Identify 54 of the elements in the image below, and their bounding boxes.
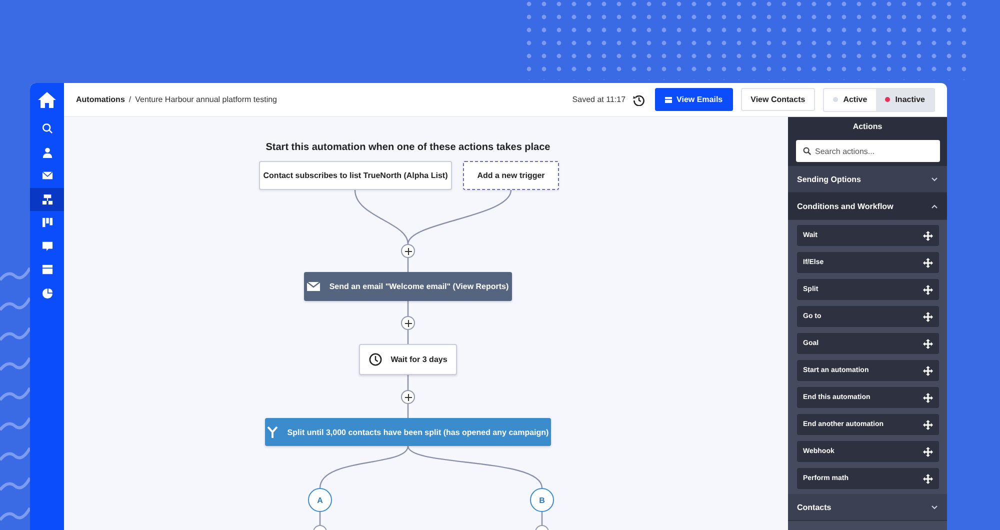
history-icon[interactable]: [632, 94, 645, 106]
move-icon[interactable]: [923, 474, 933, 484]
branch-node[interactable]: A: [308, 488, 332, 512]
connector-line: [407, 375, 409, 390]
move-icon[interactable]: [923, 420, 933, 430]
sitemap-icon: [42, 194, 52, 205]
split-icon: [267, 426, 278, 438]
home-icon[interactable]: [38, 92, 56, 108]
section-header[interactable]: Conditions and Workflow: [788, 193, 947, 220]
add-trigger-button[interactable]: Add a new trigger: [463, 161, 559, 190]
add-step-button[interactable]: [401, 390, 415, 404]
sidebar-item[interactable]: [30, 188, 64, 211]
clock-icon: [368, 353, 382, 366]
saved-status: Saved at 11:17: [572, 95, 626, 104]
branch-node[interactable]: B: [530, 488, 554, 512]
trigger-node[interactable]: Contact subscribes to list TrueNorth (Alpha List): [259, 161, 452, 190]
chevron-up-icon: [931, 204, 938, 208]
move-icon[interactable]: [923, 366, 933, 376]
breadcrumb-link[interactable]: Automations: [76, 95, 125, 104]
section-header[interactable]: Sending Options: [788, 166, 947, 193]
email-step[interactable]: Send an email "Welcome email" (View Reports): [304, 272, 512, 301]
plus-icon: [404, 320, 412, 326]
search-field[interactable]: Search actions...: [796, 140, 940, 162]
status-option[interactable]: Inactive: [876, 88, 934, 110]
move-icon[interactable]: [923, 312, 933, 322]
search-icon: [42, 123, 52, 134]
view-contacts-button[interactable]: View Contacts: [740, 88, 816, 111]
layout-icon: [42, 264, 52, 276]
move-icon[interactable]: [923, 258, 933, 268]
move-icon[interactable]: [923, 446, 933, 456]
connector-line: [407, 301, 409, 316]
chevron-down-icon: [931, 504, 938, 510]
section-header[interactable]: Contacts: [788, 494, 947, 521]
pie-chart-icon: [42, 288, 52, 299]
kanban-icon: [42, 217, 52, 228]
add-step-button[interactable]: [401, 316, 415, 330]
plus-icon: [404, 248, 412, 254]
view-emails-button[interactable]: View Emails: [654, 88, 733, 111]
person-icon: [42, 146, 52, 158]
move-icon[interactable]: [923, 284, 933, 294]
chat-icon: [42, 240, 52, 252]
move-icon[interactable]: [923, 338, 933, 348]
add-step-button[interactable]: [401, 244, 415, 258]
panel-title: Actions: [788, 117, 947, 136]
split-step[interactable]: Split until 3,000 contacts have been split (has opened any campaign): [265, 418, 551, 446]
chevron-down-icon: [931, 176, 938, 182]
search-icon: [803, 147, 811, 155]
move-icon[interactable]: [923, 230, 933, 240]
trigger-heading: Start this automation when one of these actions takes place: [264, 142, 552, 153]
wait-step[interactable]: Wait for 3 days: [359, 344, 457, 375]
breadcrumb-current: Venture Harbour annual platform testing: [135, 95, 277, 104]
plus-icon: [404, 394, 412, 400]
breadcrumb-separator: /: [128, 95, 132, 104]
move-icon[interactable]: [923, 392, 933, 402]
